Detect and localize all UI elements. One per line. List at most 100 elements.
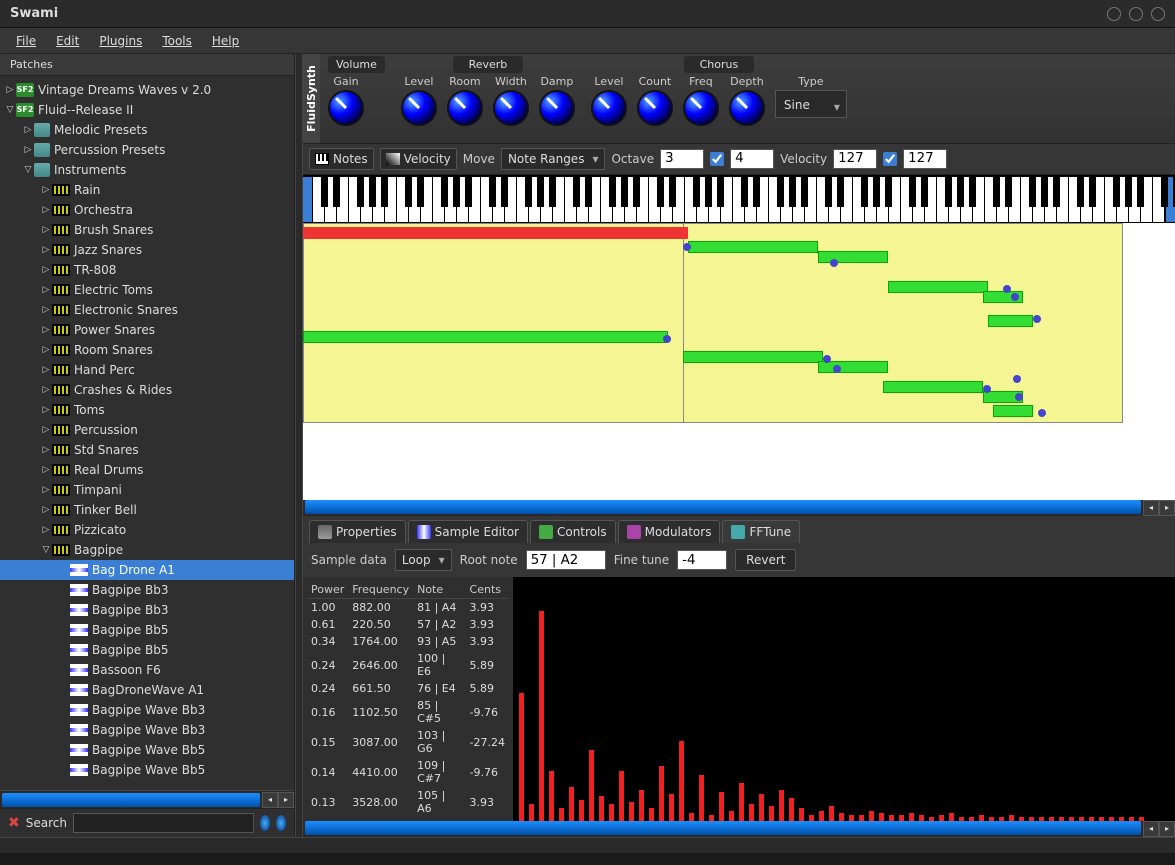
- black-key[interactable]: [789, 177, 796, 207]
- fft-header[interactable]: Frequency: [348, 581, 413, 599]
- instrument-item[interactable]: Jazz Snares: [0, 240, 294, 260]
- instrument-item[interactable]: Room Snares: [0, 340, 294, 360]
- clear-search-icon[interactable]: ✖: [8, 815, 20, 831]
- black-key[interactable]: [1161, 177, 1168, 207]
- maximize-button[interactable]: [1129, 7, 1143, 21]
- black-key[interactable]: [1041, 177, 1048, 207]
- black-key[interactable]: [825, 177, 832, 207]
- black-key[interactable]: [369, 177, 376, 207]
- black-key[interactable]: [657, 177, 664, 207]
- instrument-item[interactable]: Std Snares: [0, 440, 294, 460]
- sample-item[interactable]: Bagpipe Wave Bb5: [0, 740, 294, 760]
- instrument-item[interactable]: Bagpipe: [0, 540, 294, 560]
- notes-button[interactable]: Notes: [309, 148, 374, 170]
- range-bar[interactable]: [688, 241, 818, 253]
- expand-icon[interactable]: [40, 245, 52, 255]
- expand-icon[interactable]: [40, 325, 52, 335]
- menu-plugins[interactable]: Plugins: [91, 30, 150, 52]
- close-button[interactable]: [1151, 7, 1165, 21]
- expand-icon[interactable]: [4, 85, 16, 95]
- black-key[interactable]: [945, 177, 952, 207]
- black-key[interactable]: [1125, 177, 1132, 207]
- black-key[interactable]: [705, 177, 712, 207]
- reverb-width-knob[interactable]: [493, 90, 529, 126]
- range-bar[interactable]: [993, 405, 1033, 417]
- soundfont-item[interactable]: SF2Fluid--Release II: [0, 100, 294, 120]
- velocity-link-checkbox[interactable]: [883, 152, 897, 166]
- chorus-count-knob[interactable]: [637, 90, 673, 126]
- black-key[interactable]: [861, 177, 868, 207]
- expand-icon[interactable]: [40, 525, 52, 535]
- black-key[interactable]: [1005, 177, 1012, 207]
- range-bar[interactable]: [988, 315, 1033, 327]
- black-key[interactable]: [669, 177, 676, 207]
- loop-select[interactable]: Loop: [395, 549, 452, 571]
- tab-properties[interactable]: Properties: [309, 520, 406, 543]
- octave-link-checkbox[interactable]: [710, 152, 724, 166]
- instrument-item[interactable]: Electronic Snares: [0, 300, 294, 320]
- range-handle[interactable]: [1015, 393, 1023, 401]
- instrument-item[interactable]: Brush Snares: [0, 220, 294, 240]
- expand-icon[interactable]: [40, 425, 52, 435]
- range-handle[interactable]: [823, 355, 831, 363]
- black-key[interactable]: [405, 177, 412, 207]
- expand-icon[interactable]: [40, 205, 52, 215]
- black-key[interactable]: [441, 177, 448, 207]
- black-key[interactable]: [753, 177, 760, 207]
- expand-icon[interactable]: [22, 145, 34, 155]
- expand-icon[interactable]: [40, 365, 52, 375]
- black-key[interactable]: [741, 177, 748, 207]
- menu-file[interactable]: File: [8, 30, 44, 52]
- menu-help[interactable]: Help: [204, 30, 247, 52]
- black-key[interactable]: [501, 177, 508, 207]
- scroll-left-button[interactable]: ◂: [262, 792, 278, 808]
- velocity-lo-input[interactable]: [833, 149, 877, 169]
- fft-row[interactable]: 1.00882.0081 | A43.93: [307, 599, 509, 617]
- sample-item[interactable]: BagDroneWave A1: [0, 680, 294, 700]
- black-key[interactable]: [549, 177, 556, 207]
- black-key[interactable]: [621, 177, 628, 207]
- fft-row[interactable]: 0.133528.00105 | A63.93: [307, 787, 509, 817]
- black-key[interactable]: [633, 177, 640, 207]
- black-key[interactable]: [537, 177, 544, 207]
- black-key[interactable]: [381, 177, 388, 207]
- fft-row[interactable]: 0.24661.5076 | E45.89: [307, 680, 509, 697]
- move-select[interactable]: Note Ranges: [501, 148, 606, 170]
- scrollbar-thumb[interactable]: [305, 500, 1141, 514]
- range-handle[interactable]: [1011, 293, 1019, 301]
- black-key[interactable]: [993, 177, 1000, 207]
- black-key[interactable]: [609, 177, 616, 207]
- sidebar-hscrollbar[interactable]: ◂ ▸: [0, 790, 294, 808]
- instrument-item[interactable]: Pizzicato: [0, 520, 294, 540]
- velocity-button[interactable]: Velocity: [380, 148, 457, 170]
- chorus-depth-knob[interactable]: [729, 90, 765, 126]
- instrument-item[interactable]: Orchestra: [0, 200, 294, 220]
- black-key[interactable]: [717, 177, 724, 207]
- sample-item[interactable]: Bagpipe Bb3: [0, 600, 294, 620]
- instrument-item[interactable]: Rain: [0, 180, 294, 200]
- folder-item[interactable]: Instruments: [0, 160, 294, 180]
- reverb-level-knob[interactable]: [401, 90, 437, 126]
- range-handle[interactable]: [1038, 409, 1046, 417]
- range-handle[interactable]: [1013, 375, 1021, 383]
- black-key[interactable]: [1089, 177, 1096, 207]
- fft-row[interactable]: 0.341764.0093 | A53.93: [307, 633, 509, 650]
- black-key[interactable]: [1113, 177, 1120, 207]
- scrollbar-thumb[interactable]: [2, 793, 260, 807]
- scrollbar-thumb[interactable]: [305, 821, 1141, 835]
- fft-row[interactable]: 0.144410.00109 | C#7-9.76: [307, 757, 509, 787]
- patch-tree[interactable]: SF2Vintage Dreams Waves v 2.0SF2Fluid--R…: [0, 76, 294, 790]
- instrument-item[interactable]: Crashes & Rides: [0, 380, 294, 400]
- fft-row[interactable]: 0.161102.5085 | C#5-9.76: [307, 697, 509, 727]
- instrument-item[interactable]: Power Snares: [0, 320, 294, 340]
- range-bar[interactable]: [303, 331, 668, 343]
- selected-range-bar[interactable]: [303, 227, 688, 239]
- scroll-right-button[interactable]: ▸: [1159, 821, 1175, 837]
- revert-button[interactable]: Revert: [735, 549, 796, 571]
- black-key[interactable]: [321, 177, 328, 207]
- chorus-type-select[interactable]: Sine: [775, 90, 847, 118]
- black-key[interactable]: [777, 177, 784, 207]
- sample-item[interactable]: Bagpipe Wave Bb3: [0, 700, 294, 720]
- fft-hscrollbar[interactable]: ◂ ▸: [303, 821, 1175, 837]
- tab-fftune[interactable]: FFTune: [722, 520, 800, 543]
